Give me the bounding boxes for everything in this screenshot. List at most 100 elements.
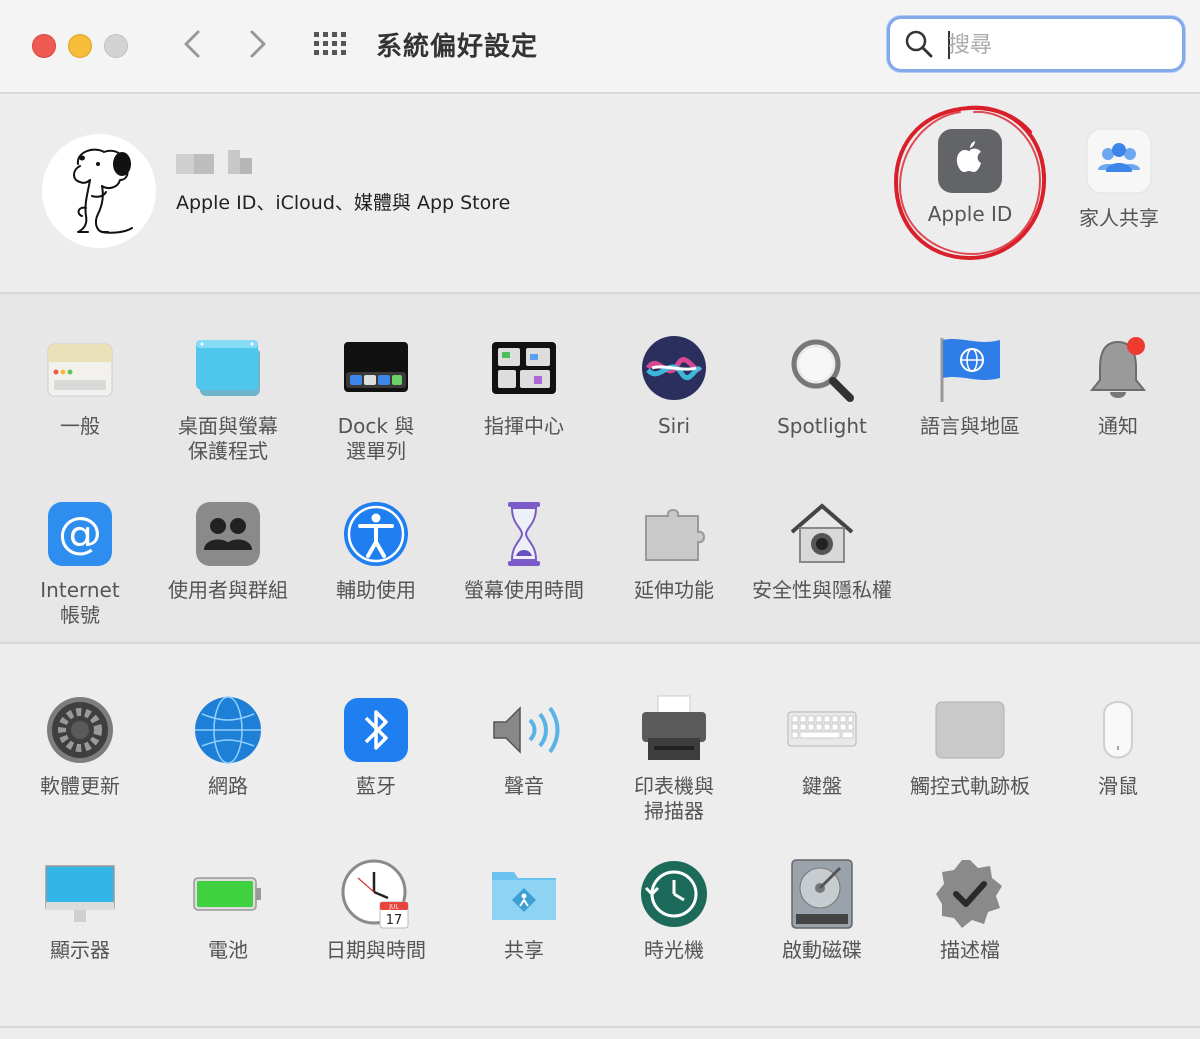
zoom-button[interactable]	[104, 34, 128, 58]
pref-label: Siri	[657, 414, 691, 438]
profile-badge-icon	[936, 860, 1002, 928]
pref-spotlight[interactable]: Spotlight	[748, 334, 896, 439]
hardware-section: 軟體更新 網路 藍牙 聲音 印表機與 掃描器 鍵盤 觸控式軌跡板 滑鼠 顯示器 …	[0, 644, 1200, 1028]
family-sharing-icon	[1086, 128, 1152, 194]
calendar-month: JUL	[388, 904, 399, 911]
pref-printers-scanners[interactable]: 印表機與 掃描器	[600, 694, 748, 824]
pref-label: 桌面與螢幕 保護程式	[178, 414, 278, 463]
keyboard-icon	[787, 711, 857, 747]
pref-mission-control[interactable]: 指揮中心	[450, 334, 598, 439]
pref-startup-disk[interactable]: 啟動磁碟	[748, 858, 896, 963]
pref-keyboard[interactable]: 鍵盤	[748, 694, 896, 799]
at-icon: @	[48, 502, 112, 566]
siri-icon	[642, 336, 706, 400]
window-title: 系統偏好設定	[376, 32, 539, 62]
pref-notifications[interactable]: 通知	[1044, 334, 1192, 439]
pref-screen-time[interactable]: 螢幕使用時間	[450, 498, 598, 603]
pref-label: 聲音	[504, 774, 544, 798]
battery-icon	[193, 877, 261, 911]
pref-label: 藍牙	[356, 774, 396, 798]
flag-icon	[940, 338, 1000, 402]
pref-time-machine[interactable]: 時光機	[600, 858, 748, 963]
avatar[interactable]	[42, 134, 156, 248]
pref-label: 電池	[208, 938, 248, 962]
close-button[interactable]	[32, 34, 56, 58]
pref-users-groups[interactable]: 使用者與群組	[154, 498, 302, 603]
personal-section: 一般 桌面與螢幕 保護程式 Dock 與 選單列 指揮中心 Siri Spotl…	[0, 294, 1200, 644]
pref-label: 滑鼠	[1098, 774, 1138, 798]
pref-extensions[interactable]: 延伸功能	[600, 498, 748, 603]
pref-label: 安全性與隱私權	[752, 578, 892, 602]
pref-label: 描述檔	[940, 938, 1000, 962]
pref-label: 共享	[504, 938, 544, 962]
mouse-icon	[1103, 701, 1133, 759]
pref-label: 日期與時間	[326, 938, 426, 962]
search-icon	[905, 30, 933, 58]
accessibility-icon	[344, 502, 408, 566]
pref-trackpad[interactable]: 觸控式軌跡板	[896, 694, 1044, 799]
pref-network[interactable]: 網路	[154, 694, 302, 799]
pref-accessibility[interactable]: 輔助使用	[302, 498, 450, 603]
bluetooth-icon	[344, 698, 408, 762]
pref-displays[interactable]: 顯示器	[6, 858, 154, 963]
toolbar: 系統偏好設定	[0, 0, 1200, 94]
gear-icon	[47, 697, 113, 763]
back-arrow-icon[interactable]	[174, 24, 210, 64]
users-icon	[196, 502, 260, 566]
pref-label: 軟體更新	[40, 774, 120, 798]
puzzle-icon	[645, 509, 705, 561]
general-icon	[47, 343, 113, 397]
hourglass-icon	[508, 502, 540, 566]
pref-bluetooth[interactable]: 藍牙	[302, 694, 450, 799]
pref-sound[interactable]: 聲音	[450, 694, 598, 799]
forward-arrow-icon[interactable]	[240, 24, 276, 64]
pref-dock[interactable]: Dock 與 選單列	[302, 334, 450, 464]
pref-language-region[interactable]: 語言與地區	[896, 334, 1044, 439]
bell-icon	[1089, 337, 1147, 398]
pref-security-privacy[interactable]: 安全性與隱私權	[748, 498, 896, 603]
pref-mouse[interactable]: 滑鼠	[1044, 694, 1192, 799]
pref-label: 指揮中心	[484, 414, 564, 438]
disk-icon	[791, 859, 853, 929]
search-input[interactable]	[946, 25, 1170, 65]
dock-icon	[344, 342, 408, 392]
desktop-screensaver-icon	[196, 340, 260, 396]
pref-general[interactable]: 一般	[6, 334, 154, 439]
pref-label: 通知	[1098, 414, 1138, 438]
pref-label: 語言與地區	[920, 414, 1020, 438]
pref-sharing[interactable]: 共享	[450, 858, 598, 963]
pref-label: 輔助使用	[336, 578, 416, 602]
pref-label: Dock 與 選單列	[337, 414, 415, 463]
family-sharing-label: 家人共享	[1079, 206, 1159, 230]
globe-icon	[195, 696, 261, 764]
pref-label: 鍵盤	[802, 774, 842, 798]
mission-control-icon	[492, 342, 556, 394]
printer-icon	[642, 695, 706, 760]
pref-profiles[interactable]: 描述檔	[896, 858, 1044, 963]
calendar-day: 17	[386, 913, 403, 928]
pref-label: 印表機與 掃描器	[634, 774, 714, 823]
pref-label: 一般	[60, 414, 100, 438]
spotlight-icon	[791, 339, 854, 402]
family-sharing-pref[interactable]: 家人共享	[1064, 128, 1174, 231]
search-field[interactable]	[887, 16, 1185, 72]
account-description: Apple ID、iCloud、媒體與 App Store	[176, 192, 511, 214]
pref-label: 使用者與群組	[168, 578, 288, 602]
pref-internet-accounts[interactable]: @ Internet 帳號	[6, 498, 154, 628]
pref-label: Spotlight	[777, 414, 867, 438]
speaker-icon	[493, 706, 560, 754]
display-icon	[45, 865, 115, 922]
pref-desktop-screensaver[interactable]: 桌面與螢幕 保護程式	[154, 334, 302, 464]
pref-software-update[interactable]: 軟體更新	[6, 694, 154, 799]
sharing-folder-icon	[492, 872, 556, 920]
minimize-button[interactable]	[68, 34, 92, 58]
show-all-grid-icon[interactable]	[314, 32, 348, 56]
clock-icon: JUL 17	[341, 859, 409, 929]
pref-date-time[interactable]: JUL 17 日期與時間	[302, 858, 450, 963]
pref-label: Internet 帳號	[40, 578, 120, 627]
pref-siri[interactable]: Siri	[600, 334, 748, 439]
pref-label: 觸控式軌跡板	[910, 774, 1030, 798]
pref-label: 延伸功能	[634, 578, 714, 602]
highlight-circle-annotation	[893, 105, 1047, 261]
pref-battery[interactable]: 電池	[154, 858, 302, 963]
